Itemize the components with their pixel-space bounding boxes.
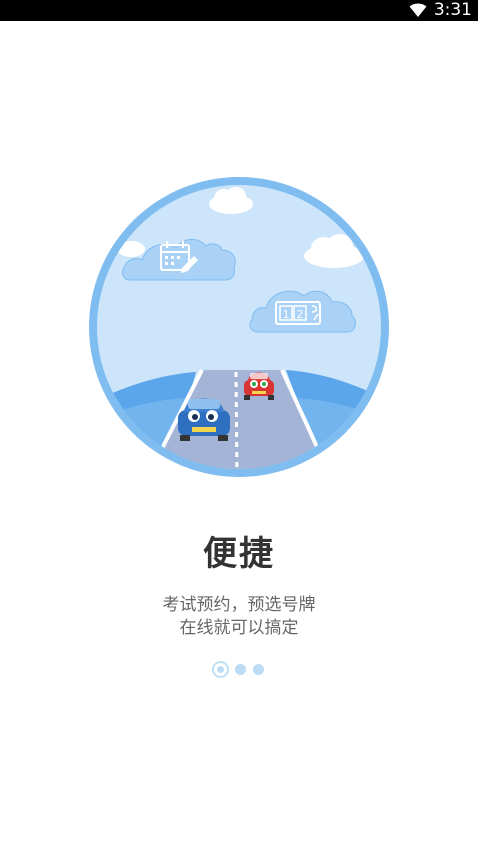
page-dot-1[interactable]	[212, 661, 229, 678]
status-time: 3:31	[433, 0, 472, 20]
wifi-icon	[409, 3, 427, 17]
onboarding-title: 便捷	[203, 534, 275, 574]
svg-text:2: 2	[297, 308, 304, 321]
page-dot-2[interactable]	[235, 664, 246, 675]
onboarding-subtitle-line2: 在线就可以搞定	[179, 618, 299, 638]
page-dot-3[interactable]	[253, 664, 264, 675]
onboarding-illustration: 1 2	[89, 177, 389, 477]
page-indicator	[212, 661, 272, 679]
onboarding-subtitle-line1: 考试预约，预选号牌	[162, 595, 316, 615]
svg-text:1: 1	[283, 308, 290, 321]
status-bar: 3:31	[0, 0, 478, 21]
onboarding-screen: 3:31 1 2 便捷 考试预约，预选号牌 在线就可以搞定	[0, 0, 478, 854]
